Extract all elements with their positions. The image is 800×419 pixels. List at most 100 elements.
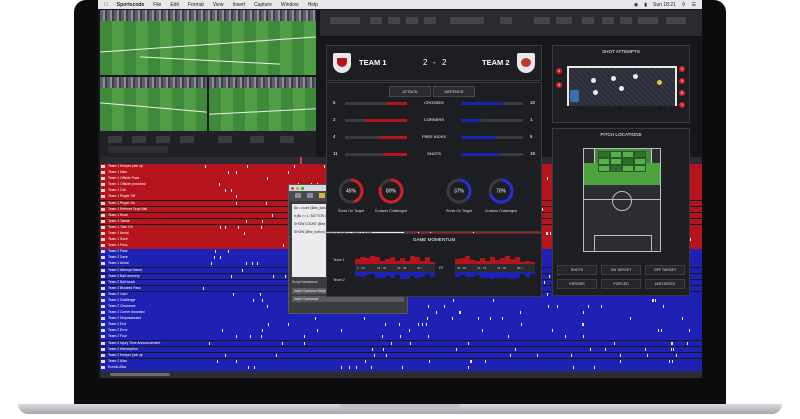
timeline-instance[interactable] xyxy=(675,353,677,357)
timeline-instance[interactable] xyxy=(507,335,509,339)
off-target-button[interactable]: OFF TARGET xyxy=(645,265,685,275)
timeline-instance[interactable] xyxy=(275,353,277,357)
timeline-instance[interactable] xyxy=(304,335,306,339)
shot-marker-on[interactable] xyxy=(591,78,596,83)
timeline-instance[interactable] xyxy=(688,329,690,333)
timeline-instance[interactable] xyxy=(272,213,274,217)
timeline-instance[interactable] xyxy=(409,341,411,345)
timeline-instance[interactable] xyxy=(402,365,403,369)
timeline-instance[interactable] xyxy=(429,359,431,363)
timeline-instance[interactable] xyxy=(604,347,606,351)
timeline-instance[interactable] xyxy=(492,298,494,302)
timeline-instance[interactable] xyxy=(288,323,290,327)
clock[interactable]: Sun 18:21 xyxy=(653,2,676,8)
timeline-instance[interactable] xyxy=(245,219,247,223)
timeline-instance[interactable] xyxy=(613,341,615,345)
scroll-thumb[interactable] xyxy=(110,373,170,376)
timeline-instance[interactable] xyxy=(356,365,358,369)
timeline-instance[interactable] xyxy=(489,317,491,321)
toolbar-button[interactable] xyxy=(602,17,614,24)
toolbar-button[interactable] xyxy=(500,17,512,24)
timeline-instance[interactable] xyxy=(235,171,237,175)
timeline-instance[interactable] xyxy=(686,341,688,345)
timeline-instance[interactable] xyxy=(537,353,539,357)
timeline-row[interactable]: Team 2 End xyxy=(100,322,702,328)
fullscreen-button[interactable] xyxy=(280,136,294,143)
timeline-instance[interactable] xyxy=(384,323,386,327)
timeline-row[interactable]: Team 2 Miss xyxy=(100,358,702,365)
toolbar-button[interactable] xyxy=(638,17,658,24)
step-back-button[interactable] xyxy=(132,136,146,143)
rewind-button[interactable] xyxy=(108,136,122,143)
timeline-instance[interactable] xyxy=(259,292,261,296)
timeline-instance[interactable] xyxy=(547,177,549,181)
pitch-zone-cell[interactable] xyxy=(622,165,634,172)
timeline-instance[interactable] xyxy=(238,225,240,229)
main-video[interactable] xyxy=(100,10,316,75)
timeline-row[interactable]: Team 2 Dispossessed xyxy=(100,316,702,322)
timeline-instance[interactable] xyxy=(261,335,262,339)
shot-marker-on[interactable] xyxy=(611,76,616,81)
timeline-instance[interactable] xyxy=(267,323,269,327)
timeline-instance[interactable] xyxy=(283,244,284,248)
timeline-instance[interactable] xyxy=(427,335,429,339)
timeline-instance[interactable] xyxy=(262,219,264,223)
timeline-instance[interactable] xyxy=(314,317,316,321)
toolbar-button[interactable] xyxy=(582,17,594,24)
timeline-instance[interactable] xyxy=(391,341,393,345)
timeline-instance[interactable] xyxy=(564,335,566,339)
shot-marker-off[interactable]: 4 xyxy=(679,66,685,72)
play-button[interactable] xyxy=(156,136,170,143)
timeline-instance[interactable] xyxy=(484,359,486,363)
shot-marker-off[interactable]: 5 xyxy=(679,78,685,84)
timeline-instance[interactable] xyxy=(582,311,584,315)
timeline-instance[interactable] xyxy=(587,305,589,309)
timeline-instance[interactable] xyxy=(267,305,269,309)
timeline-instance[interactable] xyxy=(371,347,373,351)
timeline-instance[interactable] xyxy=(444,305,446,309)
minimize-icon[interactable] xyxy=(296,186,299,190)
forced-button[interactable]: FORCED xyxy=(601,279,641,289)
menu-app-name[interactable]: Sportscode xyxy=(117,2,145,8)
timeline-instance[interactable] xyxy=(260,225,262,229)
timeline-row[interactable]: Team 2 Keeper pick up xyxy=(100,352,702,359)
timeline-instance[interactable] xyxy=(556,305,558,309)
toolbar-button[interactable] xyxy=(556,17,572,24)
timeline-instance[interactable] xyxy=(288,171,290,175)
timeline-instance[interactable] xyxy=(682,317,684,321)
timeline-instance[interactable] xyxy=(219,225,221,229)
timeline-instance[interactable] xyxy=(399,323,401,327)
tool-icon[interactable] xyxy=(319,193,325,198)
timeline-instance[interactable] xyxy=(364,317,365,321)
video-angle-1[interactable] xyxy=(100,77,207,131)
pitch-zone-cell[interactable] xyxy=(622,158,634,165)
timeline-instance[interactable] xyxy=(218,183,220,187)
timeline-instance[interactable] xyxy=(470,359,472,363)
timeline-instance[interactable] xyxy=(469,359,471,363)
timeline-instance[interactable] xyxy=(548,274,550,278)
timeline-instance[interactable] xyxy=(225,353,227,357)
apple-icon[interactable]:  xyxy=(104,2,108,8)
timeline-instance[interactable] xyxy=(509,353,511,357)
timeline-instance[interactable] xyxy=(672,341,674,345)
timeline-instance[interactable] xyxy=(400,335,402,339)
pitch-map[interactable] xyxy=(583,148,661,252)
timeline-instance[interactable] xyxy=(204,165,206,168)
battery-icon[interactable]: ▮ xyxy=(644,2,647,8)
timeline-instance[interactable] xyxy=(303,341,305,345)
timeline-instance[interactable] xyxy=(241,268,243,272)
tab-attack[interactable]: ATTACK xyxy=(389,86,431,97)
timeline-instance[interactable] xyxy=(546,292,548,296)
timeline-instance[interactable] xyxy=(571,353,573,357)
timeline-instance[interactable] xyxy=(228,250,230,254)
shot-marker-off[interactable]: 4 xyxy=(556,82,562,88)
toolbar-button[interactable] xyxy=(450,17,484,24)
timeline-instance[interactable] xyxy=(544,280,546,284)
timeline-instance[interactable] xyxy=(272,274,274,278)
timeline-instance[interactable] xyxy=(661,329,663,333)
timeline-instance[interactable] xyxy=(620,353,622,357)
timeline-instance[interactable] xyxy=(460,311,462,315)
timeline-instance[interactable] xyxy=(572,365,574,369)
timeline-instance[interactable] xyxy=(548,305,550,309)
timeline-instance[interactable] xyxy=(601,305,603,309)
